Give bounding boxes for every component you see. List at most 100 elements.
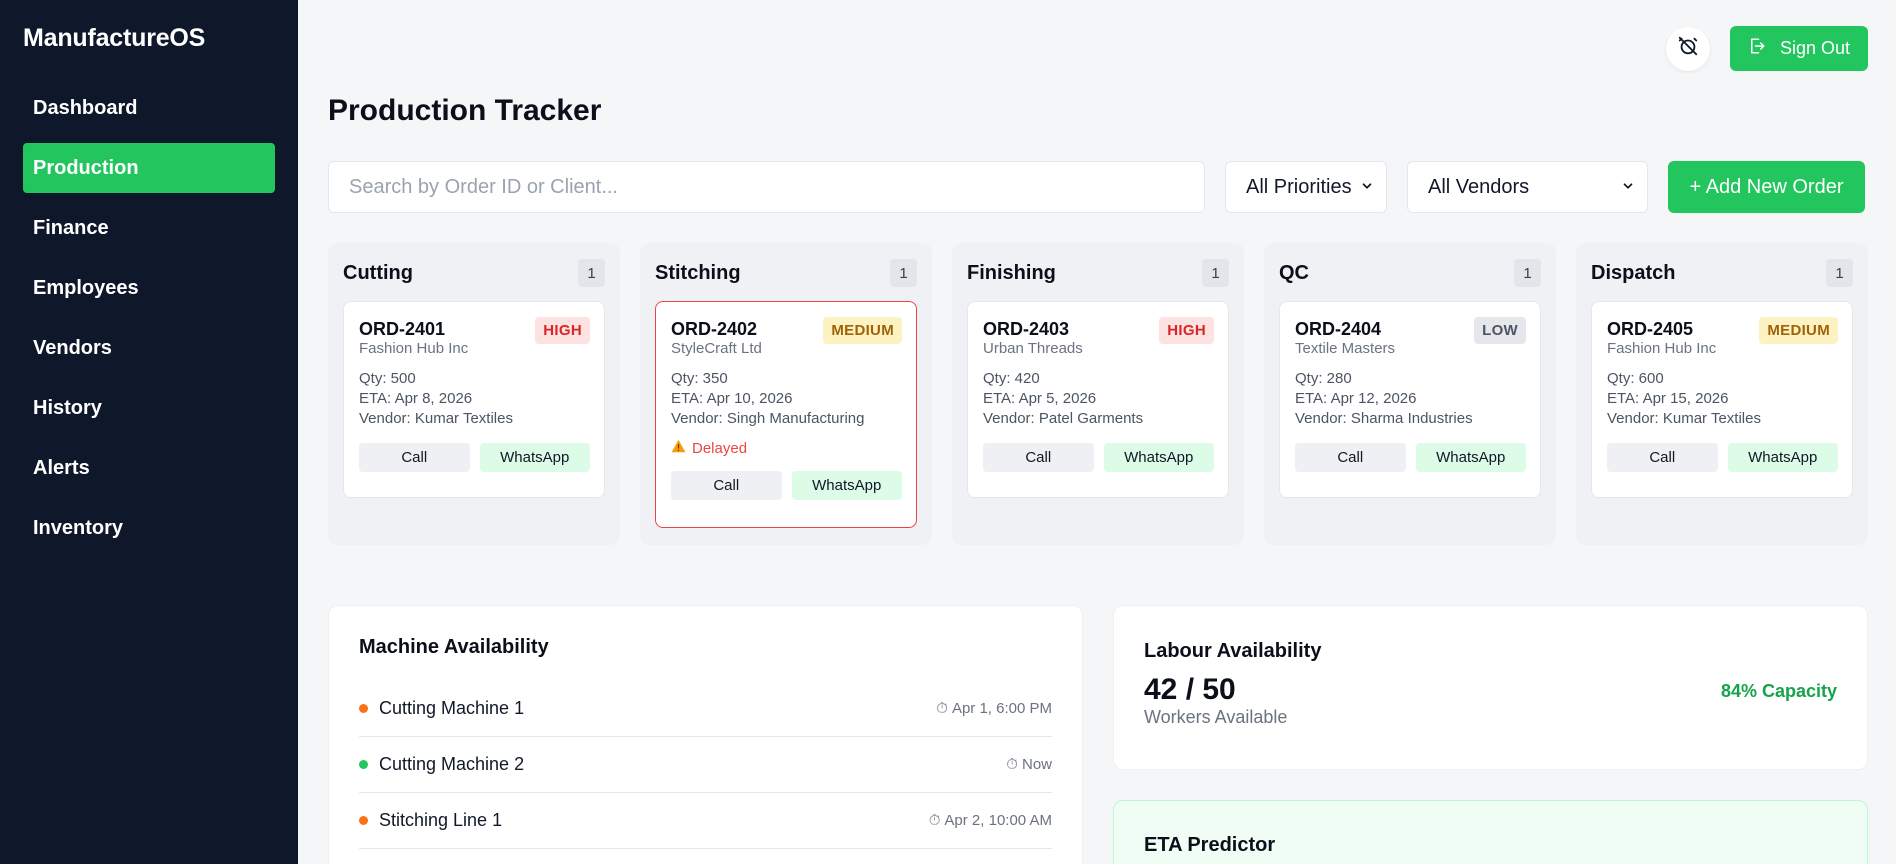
priority-badge: MEDIUM — [1759, 317, 1838, 344]
priority-select[interactable]: All Priorities — [1225, 161, 1387, 213]
column-dispatch: Dispatch 1 ORD-2405 Fashion Hub Inc MEDI… — [1576, 243, 1868, 545]
alarm-off-button[interactable] — [1666, 26, 1710, 71]
column-cutting: Cutting 1 ORD-2401 Fashion Hub Inc HIGH … — [328, 243, 620, 545]
column-count-badge: 1 — [1202, 259, 1229, 287]
machine-time: Apr 1, 6:00 PM — [951, 700, 1052, 717]
panel-title: Machine Availability — [359, 636, 549, 658]
vendor-select[interactable]: All Vendors — [1407, 161, 1648, 213]
warning-icon — [671, 439, 686, 457]
order-qty: Qty: 420 — [983, 370, 1040, 387]
order-card[interactable]: ORD-2401 Fashion Hub Inc HIGH Qty: 500 E… — [343, 301, 605, 498]
stopwatch-icon: ⏱ — [936, 700, 948, 717]
chevron-down-icon — [1621, 176, 1635, 199]
sign-out-icon — [1748, 37, 1766, 60]
order-client: Fashion Hub Inc — [359, 340, 469, 357]
sidebar-item-inventory[interactable]: Inventory — [23, 503, 275, 553]
sidebar-item-employees[interactable]: Employees — [23, 263, 275, 313]
order-qty: Qty: 600 — [1607, 370, 1664, 387]
sidebar-nav: Dashboard Production Finance Employees V… — [23, 83, 275, 553]
order-card[interactable]: ORD-2402 StyleCraft Ltd MEDIUM Qty: 350 … — [655, 301, 917, 528]
order-vendor: Vendor: Sharma Industries — [1295, 410, 1473, 427]
order-vendor: Vendor: Kumar Textiles — [1607, 410, 1761, 427]
filter-bar: All Priorities All Vendors + Add New Ord… — [328, 161, 1868, 213]
machine-name: Cutting Machine 1 — [379, 698, 525, 718]
order-id: ORD-2401 — [359, 319, 446, 339]
sidebar-item-dashboard[interactable]: Dashboard — [23, 83, 275, 133]
order-card[interactable]: ORD-2403 Urban Threads HIGH Qty: 420 ETA… — [967, 301, 1229, 498]
column-count-badge: 1 — [1826, 259, 1853, 287]
brand-logo: ManufactureOS — [23, 24, 206, 52]
machine-time: Apr 2, 10:00 AM — [944, 812, 1052, 829]
column-qc: QC 1 ORD-2404 Textile Masters LOW Qty: 2… — [1264, 243, 1556, 545]
call-button[interactable]: Call — [359, 443, 470, 472]
machine-list: Cutting Machine 1 ⏱ Apr 1, 6:00 PM Cutti… — [359, 681, 1052, 849]
machine-name: Stitching Line 1 — [379, 810, 503, 830]
priority-badge: LOW — [1474, 317, 1526, 344]
alarm-off-icon — [1677, 35, 1699, 62]
priority-badge: HIGH — [1159, 317, 1214, 344]
call-button[interactable]: Call — [983, 443, 1094, 472]
whatsapp-button[interactable]: WhatsApp — [479, 443, 590, 472]
search-input[interactable] — [328, 161, 1205, 213]
column-count-badge: 1 — [1514, 259, 1541, 287]
column-title: QC — [1279, 261, 1309, 284]
column-finishing: Finishing 1 ORD-2403 Urban Threads HIGH … — [952, 243, 1244, 545]
labour-availability-panel: Labour Availability 42 / 50 Workers Avai… — [1113, 605, 1868, 770]
priority-badge: HIGH — [535, 317, 590, 344]
list-item: Stitching Line 1 ⏱ Apr 2, 10:00 AM — [359, 793, 1052, 849]
order-eta: ETA: Apr 5, 2026 — [983, 390, 1097, 407]
sign-out-label: Sign Out — [1779, 38, 1851, 58]
whatsapp-button[interactable]: WhatsApp — [791, 471, 902, 500]
sidebar-item-finance[interactable]: Finance — [23, 203, 275, 253]
order-id: ORD-2403 — [983, 319, 1070, 339]
order-qty: Qty: 280 — [1295, 370, 1352, 387]
column-title: Stitching — [655, 261, 741, 284]
sidebar-item-vendors[interactable]: Vendors — [23, 323, 275, 373]
list-item: Cutting Machine 1 ⏱ Apr 1, 6:00 PM — [359, 681, 1052, 737]
machine-time: Now — [1021, 756, 1052, 773]
main-content: Sign Out Production Tracker All Prioriti… — [298, 0, 1896, 864]
stopwatch-icon: ⏱ — [1006, 756, 1018, 773]
stopwatch-icon: ⏱ — [928, 812, 941, 829]
status-dot — [359, 816, 368, 825]
sidebar-item-alerts[interactable]: Alerts — [23, 443, 275, 493]
column-count-badge: 1 — [578, 259, 605, 287]
order-eta: ETA: Apr 15, 2026 — [1607, 390, 1729, 407]
sidebar-item-history[interactable]: History — [23, 383, 275, 433]
whatsapp-button[interactable]: WhatsApp — [1727, 443, 1838, 472]
kanban-board: Cutting 1 ORD-2401 Fashion Hub Inc HIGH … — [328, 243, 1868, 545]
order-client: Fashion Hub Inc — [1607, 340, 1717, 357]
call-button[interactable]: Call — [1607, 443, 1718, 472]
status-dot — [359, 760, 368, 769]
order-client: Textile Masters — [1295, 340, 1396, 357]
order-card[interactable]: ORD-2404 Textile Masters LOW Qty: 280 ET… — [1279, 301, 1541, 498]
column-stitching: Stitching 1 ORD-2402 StyleCraft Ltd MEDI… — [640, 243, 932, 545]
order-client: Urban Threads — [983, 340, 1083, 357]
whatsapp-button[interactable]: WhatsApp — [1415, 443, 1526, 472]
eta-predictor-panel: ETA Predictor — [1113, 800, 1868, 864]
order-qty: Qty: 350 — [671, 370, 728, 387]
labour-subtitle: Workers Available — [1144, 707, 1288, 727]
priority-badge: MEDIUM — [823, 317, 902, 344]
panel-title: ETA Predictor — [1144, 834, 1276, 856]
order-id: ORD-2402 — [671, 319, 758, 339]
chevron-down-icon — [1360, 176, 1374, 199]
column-title: Dispatch — [1591, 261, 1676, 284]
list-item: Cutting Machine 2 ⏱ Now — [359, 737, 1052, 793]
order-eta: ETA: Apr 10, 2026 — [671, 390, 793, 407]
call-button[interactable]: Call — [671, 471, 782, 500]
call-button[interactable]: Call — [1295, 443, 1406, 472]
status-dot — [359, 704, 368, 713]
vendor-select-value: All Vendors — [1428, 175, 1530, 198]
sidebar: ManufactureOS Dashboard Production Finan… — [0, 0, 298, 864]
order-card[interactable]: ORD-2405 Fashion Hub Inc MEDIUM Qty: 600… — [1591, 301, 1853, 498]
column-title: Finishing — [967, 261, 1056, 284]
order-vendor: Vendor: Patel Garments — [983, 410, 1144, 427]
priority-select-value: All Priorities — [1246, 175, 1352, 198]
sidebar-item-production[interactable]: Production — [23, 143, 275, 193]
order-eta: ETA: Apr 8, 2026 — [359, 390, 473, 407]
whatsapp-button[interactable]: WhatsApp — [1103, 443, 1214, 472]
add-new-order-button[interactable]: + Add New Order — [1668, 161, 1865, 213]
header-actions: Sign Out — [1666, 26, 1868, 71]
sign-out-button[interactable]: Sign Out — [1730, 26, 1868, 71]
